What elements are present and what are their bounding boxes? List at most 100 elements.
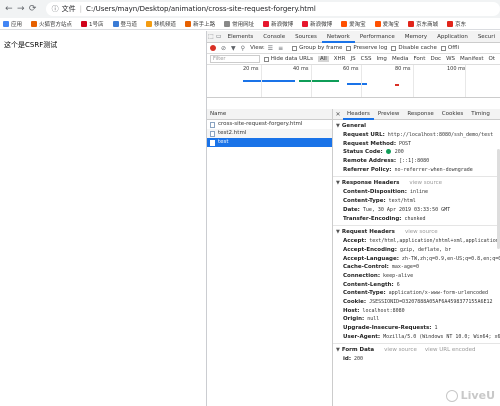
request-rows: cross-site-request-forgery.html test2.htm…: [207, 120, 332, 147]
header-row: Accept: text/html,application/xhtml+xml,a…: [333, 237, 500, 246]
filter-type-xhr[interactable]: XHR: [334, 56, 346, 62]
preserve-log-checkbox[interactable]: [346, 45, 352, 51]
view-url-encoded-link[interactable]: view URL encoded: [425, 347, 476, 353]
devtools-tabs: ⬚ ▭ Elements Console Sources Network Perform…: [207, 31, 500, 43]
bookmark-item[interactable]: 京东商城: [408, 20, 438, 28]
expand-triangle-icon: ▼: [336, 229, 340, 236]
forward-icon[interactable]: →: [16, 0, 26, 18]
bookmark-favicon-icon: [408, 20, 415, 27]
view-source-link[interactable]: view source: [409, 180, 442, 186]
clear-icon[interactable]: ⊘: [221, 45, 226, 52]
header-key: Cache-Control:: [343, 264, 389, 271]
filter-type-doc[interactable]: Doc: [430, 56, 441, 62]
address-bar[interactable]: ⓘ 文件 | C:/Users/mayn/Desktop/animation/c…: [45, 2, 500, 16]
bookmark-item[interactable]: 爱淘宝: [341, 20, 366, 28]
filter-type-img[interactable]: Img: [376, 56, 386, 62]
bookmark-item[interactable]: 京东: [447, 20, 466, 28]
device-toolbar-icon[interactable]: ▭: [215, 33, 223, 40]
bookmark-item[interactable]: 移机频道: [146, 20, 176, 28]
url-separator: |: [79, 5, 82, 13]
filter-type-media[interactable]: Media: [392, 56, 409, 62]
bookmark-item[interactable]: 登马道: [112, 20, 137, 28]
response-headers-header[interactable]: ▼ Response Headers view source: [333, 179, 500, 188]
bookmark-favicon-icon: [185, 20, 192, 27]
bookmark-item[interactable]: 爱淘宝: [374, 20, 399, 28]
devtools-tab-performance[interactable]: Performance: [355, 31, 400, 43]
details-tab-headers[interactable]: Headers: [343, 109, 374, 120]
header-value: localhost:8080: [362, 307, 405, 314]
filter-type-ot[interactable]: Ot: [489, 56, 496, 62]
header-key: Accept:: [343, 238, 367, 245]
request-row[interactable]: cross-site-request-forgery.html: [207, 120, 332, 129]
bookmark-label: 移机频道: [154, 21, 177, 28]
bookmark-item[interactable]: 常用网址: [224, 20, 254, 28]
view-source-link[interactable]: view source: [405, 229, 438, 235]
inspect-icon[interactable]: ⬚: [207, 33, 215, 40]
filter-type-js[interactable]: JS: [351, 56, 356, 62]
header-row: Request URL: http://localhost:8080/ssh_de…: [333, 131, 500, 140]
header-row: Content-Type: application/x-www-form-urle…: [333, 289, 500, 298]
record-icon[interactable]: [210, 45, 216, 51]
general-rows: Request URL: http://localhost:8080/ssh_de…: [333, 131, 500, 174]
form-data-header[interactable]: ▼ Form Data view source view URL encoded: [333, 346, 500, 355]
bookmark-item[interactable]: 新手上路: [185, 20, 215, 28]
details-tab-response[interactable]: Response: [403, 109, 437, 120]
back-icon[interactable]: ←: [4, 0, 14, 18]
devtools-tab-securi[interactable]: Securi: [473, 31, 500, 43]
hide-data-urls-checkbox[interactable]: [264, 56, 269, 62]
form-data-rows: id: 200: [333, 355, 500, 364]
header-value: text/html,application/xhtml+xml,applicat…: [369, 238, 499, 245]
search-icon[interactable]: ⚲: [241, 45, 245, 52]
devtools-panel: ⬚ ▭ Elements Console Sources Network Perform…: [206, 31, 500, 406]
filter-type-all[interactable]: All: [317, 56, 329, 62]
timeline-overview[interactable]: 20 ms 40 ms 60 ms 80 ms 100 ms: [207, 65, 500, 98]
document-icon: [210, 130, 215, 137]
details-tab-cookies[interactable]: Cookies: [438, 109, 468, 120]
header-row: Cache-Control: max-age=0: [333, 263, 500, 272]
waterfall-view-icon[interactable]: ≡: [278, 45, 283, 52]
filter-type-font[interactable]: Font: [413, 56, 425, 62]
filter-icon[interactable]: ▼: [231, 45, 236, 52]
filter-input[interactable]: Filter: [210, 55, 261, 63]
bookmark-item[interactable]: 1号店: [81, 20, 104, 28]
bookmark-item[interactable]: 新浪微博: [302, 20, 332, 28]
header-key: Request Method:: [343, 140, 397, 147]
header-key: Content-Type:: [343, 198, 386, 205]
close-icon[interactable]: ✕: [333, 111, 343, 118]
timeline-marker-load: [395, 84, 399, 86]
bookmark-item[interactable]: 火狐官方站点: [31, 20, 72, 28]
name-column-header[interactable]: Name: [207, 109, 332, 120]
devtools-tab-console[interactable]: Console: [258, 31, 290, 43]
view-source-link[interactable]: view source: [384, 347, 417, 353]
timeline-bar-2: [299, 80, 339, 82]
devtools-tab-elements[interactable]: Elements: [223, 31, 259, 43]
devtools-tab-network[interactable]: Network: [321, 31, 355, 43]
hide-data-urls-label: Hide data URLs: [270, 56, 313, 62]
request-row[interactable]: test: [207, 138, 332, 147]
filter-type-css[interactable]: CSS: [361, 56, 372, 62]
general-header[interactable]: ▼ General: [333, 122, 500, 131]
reload-icon[interactable]: ⟳: [28, 0, 38, 18]
details-tab-preview[interactable]: Preview: [374, 109, 403, 120]
header-value: keep-alive: [383, 272, 414, 279]
details-tab-timing[interactable]: Timing: [467, 109, 494, 120]
devtools-tab-memory[interactable]: Memory: [400, 31, 432, 43]
header-row: Upgrade-Insecure-Requests: 1: [333, 324, 500, 333]
header-key: Host:: [343, 307, 360, 314]
devtools-tab-sources[interactable]: Sources: [290, 31, 322, 43]
bookmark-item[interactable]: 应用: [3, 20, 22, 28]
bookmark-favicon-icon: [146, 20, 153, 27]
disable-cache-checkbox[interactable]: [391, 45, 397, 51]
timeline-tick-label: 60 ms: [343, 66, 359, 72]
request-row[interactable]: test2.html: [207, 129, 332, 138]
group-by-frame-checkbox[interactable]: [292, 45, 298, 51]
devtools-tab-application[interactable]: Application: [432, 31, 473, 43]
timeline-labels: 20 ms 40 ms 60 ms 80 ms 100 ms: [207, 65, 500, 73]
header-value: application/x-www-form-urlencoded: [388, 290, 489, 297]
filter-type-manifest[interactable]: Manifest: [460, 56, 483, 62]
offline-checkbox[interactable]: [440, 45, 446, 51]
request-headers-header[interactable]: ▼ Request Headers view source: [333, 228, 500, 237]
filter-type-ws[interactable]: WS: [446, 56, 455, 62]
bookmark-item[interactable]: 新浪微博: [263, 20, 293, 28]
list-view-icon[interactable]: ☰: [268, 45, 273, 52]
